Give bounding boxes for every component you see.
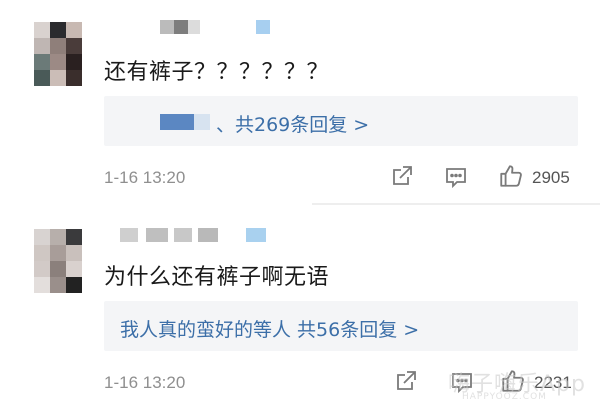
- comment-1: 还有裤子？？？？？？ 、共269条回复 > 1-16 13:20 2905: [0, 0, 600, 205]
- username-redacted[interactable]: [160, 20, 270, 34]
- comment-text: 还有裤子？？？？？？: [104, 60, 330, 85]
- reply-summary-box[interactable]: 我人真的蛮好的等人 共56条回复 >: [104, 301, 578, 351]
- thumbs-up-icon: [500, 165, 522, 187]
- reply-count-link[interactable]: 、共269条回复 >: [216, 110, 369, 137]
- reply-summary-box[interactable]: 、共269条回复 >: [104, 96, 578, 146]
- redacted-reply-author: [194, 114, 210, 130]
- share-button[interactable]: [394, 369, 418, 393]
- redacted-reply-author: [160, 114, 194, 130]
- comment-icon: [446, 168, 466, 189]
- like-count: 2905: [532, 168, 570, 187]
- username-redacted[interactable]: [120, 228, 270, 242]
- timestamp: 1-16 13:20: [104, 168, 186, 187]
- share-icon: [397, 371, 416, 390]
- comment-button[interactable]: [444, 165, 468, 189]
- watermark-url: HAPPYOOZ.COM: [462, 392, 547, 402]
- avatar[interactable]: [34, 22, 82, 86]
- like-button[interactable]: [498, 163, 524, 189]
- comment-text: 为什么还有裤子啊无语: [104, 265, 330, 290]
- share-button[interactable]: [390, 164, 414, 188]
- timestamp: 1-16 13:20: [104, 373, 186, 392]
- reply-count-link[interactable]: 我人真的蛮好的等人 共56条回复 >: [120, 315, 419, 342]
- share-icon: [393, 166, 412, 185]
- avatar[interactable]: [34, 229, 82, 293]
